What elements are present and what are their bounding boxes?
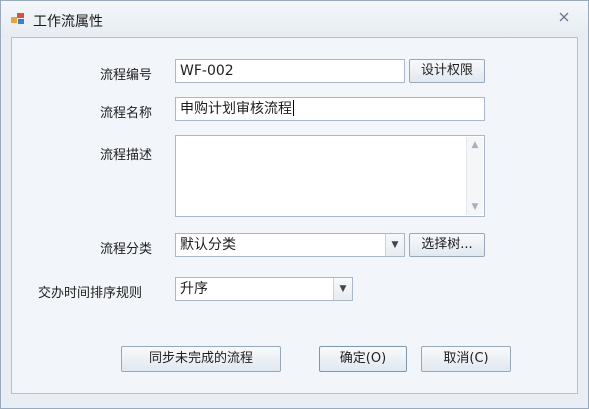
- ok-button[interactable]: 确定(O): [319, 346, 407, 372]
- sync-unfinished-button[interactable]: 同步未完成的流程: [121, 346, 281, 372]
- name-input[interactable]: 申购计划审核流程: [175, 97, 485, 121]
- category-combobox[interactable]: 默认分类 ▼: [175, 233, 405, 257]
- category-label: 流程分类: [100, 242, 153, 257]
- chevron-down-icon[interactable]: ▼: [385, 234, 404, 256]
- dialog-window: 工作流属性 流程编号 WF-002 设计权限 流程名称 申购计划审核流程 流程描…: [0, 0, 589, 409]
- title-bar[interactable]: 工作流属性: [1, 1, 588, 37]
- cancel-button[interactable]: 取消(C): [421, 346, 511, 372]
- code-input[interactable]: WF-002: [175, 59, 405, 83]
- chevron-down-icon[interactable]: ▼: [333, 278, 352, 300]
- category-value: 默认分类: [180, 237, 236, 253]
- text-caret: [293, 100, 294, 116]
- app-window-icon: [11, 13, 25, 25]
- name-label: 流程名称: [100, 106, 153, 121]
- desc-label: 流程描述: [100, 148, 153, 163]
- sort-value: 升序: [180, 281, 208, 297]
- select-tree-button[interactable]: 选择树...: [409, 233, 485, 257]
- code-label: 流程编号: [100, 68, 153, 83]
- scroll-up-icon[interactable]: ▲: [467, 137, 483, 153]
- sort-combobox[interactable]: 升序 ▼: [175, 277, 353, 301]
- scroll-down-icon[interactable]: ▼: [467, 199, 483, 215]
- window-title: 工作流属性: [33, 14, 103, 30]
- design-permission-button[interactable]: 设计权限: [409, 59, 485, 83]
- close-icon[interactable]: [555, 11, 573, 27]
- desc-textarea[interactable]: ▲ ▼: [175, 135, 485, 217]
- properties-panel: 流程编号 WF-002 设计权限 流程名称 申购计划审核流程 流程描述 ▲ ▼ …: [11, 37, 578, 394]
- close-icon-glyph: [559, 12, 569, 22]
- sort-label: 交办时间排序规则: [38, 286, 143, 301]
- name-input-value: 申购计划审核流程: [180, 101, 292, 117]
- desc-scrollbar[interactable]: ▲ ▼: [466, 137, 483, 215]
